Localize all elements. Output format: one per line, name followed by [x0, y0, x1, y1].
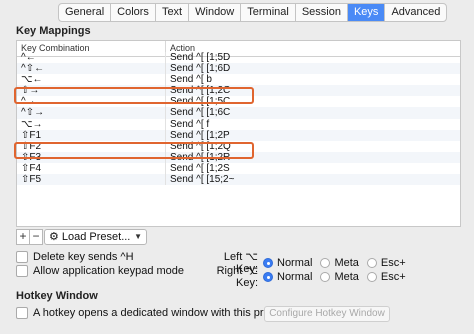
tab-window[interactable]: Window — [189, 4, 242, 21]
key-cell: ^→ — [17, 96, 166, 108]
right-key-escplus-option[interactable]: Esc+ — [366, 270, 406, 283]
key-mappings-title: Key Mappings — [16, 25, 91, 37]
tab-advanced[interactable]: Advanced — [385, 4, 446, 21]
key-cell: ⇧→ — [17, 85, 166, 97]
action-cell: Send ^[ b — [170, 74, 212, 86]
table-row[interactable]: ^→ Send ^[ [1;5C — [17, 96, 460, 108]
load-preset-label: Load Preset... — [61, 231, 131, 243]
configure-hotkey-window-button[interactable]: Configure Hotkey Window — [264, 306, 390, 322]
key-mappings-table[interactable]: Key Combination Action ^← Send ^[ [1;5D ^… — [16, 40, 461, 227]
hotkey-window-option[interactable]: A hotkey opens a dedicated window with t… — [16, 307, 287, 319]
right-option-key-row: Right ⌥ Key: Normal Meta Esc+ — [202, 264, 414, 289]
action-cell: Send ^[ [1;6C — [170, 107, 231, 119]
right-key-escplus-radio[interactable] — [366, 271, 377, 282]
action-cell: Send ^[ [1;5D — [170, 52, 231, 63]
key-cell: ⇧F3 — [17, 151, 166, 163]
preferences-tabbar: General Colors Text Window Terminal Sess… — [58, 3, 448, 22]
action-cell: Send ^[ [1;2R — [170, 151, 231, 163]
action-cell: Send ^[ [15;2~ — [170, 174, 235, 186]
tab-colors[interactable]: Colors — [111, 4, 156, 21]
add-mapping-button[interactable]: + — [16, 229, 30, 245]
right-option-key-label: Right ⌥ Key: — [216, 265, 258, 289]
radio-label: Normal — [277, 270, 313, 283]
tab-session[interactable]: Session — [296, 4, 348, 21]
table-body: ^← Send ^[ [1;5D ^⇧← Send ^[ [1;6D ⌥← Send … — [17, 52, 460, 186]
key-cell: ^⇧← — [17, 63, 166, 75]
app-keypad-option[interactable]: Allow application keypad mode — [16, 265, 184, 277]
table-row[interactable]: ⇧F1 Send ^[ [1;2P — [17, 129, 460, 141]
chevron-down-icon: ▼ — [134, 232, 142, 241]
tab-general[interactable]: General — [59, 4, 112, 21]
table-row[interactable]: ⌥← Send ^[ b — [17, 74, 460, 86]
key-cell: ⇧F5 — [17, 174, 166, 186]
table-row[interactable]: ^⇧← Send ^[ [1;6D — [17, 63, 460, 75]
app-keypad-checkbox[interactable] — [16, 265, 28, 277]
radio-label: Esc+ — [380, 270, 406, 283]
action-cell: Send ^[ [1;2P — [170, 129, 230, 141]
action-cell: Send ^[ [1;2S — [170, 162, 230, 174]
hotkey-window-label: A hotkey opens a dedicated window with t… — [33, 307, 287, 319]
action-cell: Send ^[ [1;2C — [170, 85, 231, 97]
hotkey-window-title: Hotkey Window — [16, 290, 98, 302]
delete-sends-h-checkbox[interactable] — [16, 251, 28, 263]
table-row[interactable]: ⇧→ Send ^[ [1;2C — [17, 85, 460, 97]
table-row[interactable]: ⇧F2 Send ^[ [1;2Q — [17, 140, 460, 152]
delete-sends-h-label: Delete key sends ^H — [33, 251, 134, 263]
load-preset-dropdown[interactable]: ⚙ Load Preset... ▼ — [44, 229, 147, 245]
action-cell: Send ^[ [1;2Q — [170, 140, 231, 152]
gear-icon: ⚙ — [49, 231, 59, 243]
key-cell: ⌥← — [17, 74, 166, 86]
tab-terminal[interactable]: Terminal — [241, 4, 296, 21]
delete-sends-h-option[interactable]: Delete key sends ^H — [16, 251, 134, 263]
action-cell: Send ^[ [1;6D — [170, 63, 231, 75]
right-key-normal-radio[interactable] — [263, 271, 273, 282]
key-cell: ^← — [17, 52, 166, 64]
table-row[interactable]: ⇧F3 Send ^[ [1;2R — [17, 151, 460, 163]
action-cell: Send ^[ [1;5C — [170, 96, 231, 108]
key-cell: ^⇧→ — [17, 107, 166, 119]
hotkey-window-checkbox[interactable] — [16, 307, 28, 319]
tab-text[interactable]: Text — [156, 4, 190, 21]
right-key-normal-option[interactable]: Normal — [263, 271, 312, 283]
table-row[interactable]: ⇧F4 Send ^[ [1;2S — [17, 162, 460, 175]
right-key-meta-option[interactable]: Meta — [320, 270, 359, 283]
app-keypad-label: Allow application keypad mode — [33, 265, 185, 277]
key-cell: ⌥→ — [17, 118, 166, 130]
table-row[interactable]: ⌥→ Send ^[ f — [17, 118, 460, 130]
radio-label: Meta — [334, 270, 359, 283]
table-row[interactable]: ^← Send ^[ [1;5D — [17, 52, 460, 64]
key-cell: ⇧F4 — [17, 162, 166, 175]
table-row[interactable]: ^⇧→ Send ^[ [1;6C — [17, 107, 460, 119]
remove-mapping-button[interactable]: − — [29, 229, 43, 245]
key-cell: ⇧F1 — [17, 129, 166, 141]
key-cell: ⇧F2 — [17, 140, 166, 152]
action-cell: Send ^[ f — [170, 118, 210, 130]
right-key-meta-radio[interactable] — [320, 271, 331, 282]
table-row[interactable]: ⇧F5 Send ^[ [15;2~ — [17, 174, 460, 186]
tab-keys[interactable]: Keys — [347, 4, 386, 21]
